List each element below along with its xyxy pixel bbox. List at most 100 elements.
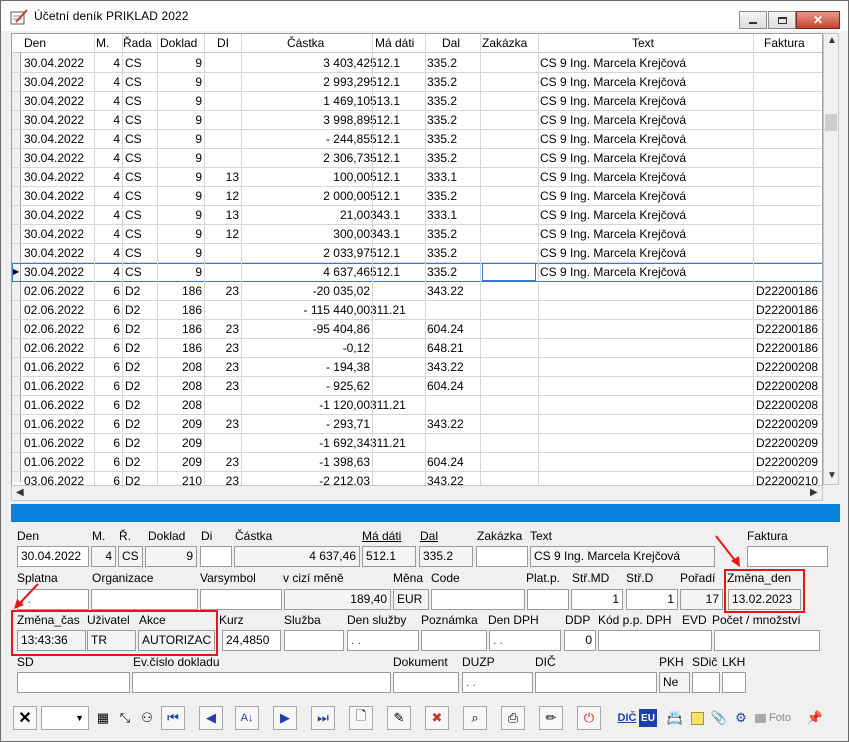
col-header-den[interactable]: Den: [24, 36, 46, 50]
cell-m[interactable]: 4: [96, 189, 120, 203]
cell-doklad[interactable]: 208: [160, 379, 202, 393]
table-row[interactable]: 02.06.2022 6 D2 186 23 -20 035,02 343.22 D22200…: [12, 282, 822, 301]
table-row[interactable]: ▶ 30.04.2022 4 CS 9 4 637,46 512.1 335.2 CS 9 In…: [12, 263, 822, 282]
cell-rada[interactable]: D2: [125, 379, 155, 393]
cell-den[interactable]: 30.04.2022: [24, 113, 94, 127]
cell-doklad[interactable]: 9: [160, 132, 202, 146]
cell-den[interactable]: 30.04.2022: [24, 75, 94, 89]
exit-button[interactable]: ⏻: [577, 706, 601, 730]
cell-doklad[interactable]: 186: [160, 284, 202, 298]
cell-text[interactable]: CS 9 Ing. Marcela Krejčová: [540, 56, 756, 70]
cell-di[interactable]: 23: [213, 341, 239, 355]
cell-doklad[interactable]: 9: [160, 94, 202, 108]
doklad-field[interactable]: 9: [145, 546, 197, 567]
cell-den[interactable]: 01.06.2022: [24, 417, 94, 431]
table-row[interactable]: 30.04.2022 4 CS 9 3 998,89 512.1 335.2 CS 9 Ing…: [12, 111, 822, 130]
cell-di[interactable]: 12: [213, 189, 239, 203]
table-row[interactable]: 01.06.2022 6 D2 208 23 - 194,38 343.22 D2220020…: [12, 358, 822, 377]
cell-madati[interactable]: 512.1: [370, 113, 424, 127]
cell-den[interactable]: 01.06.2022: [24, 398, 94, 412]
cell-dal[interactable]: 343.22: [427, 284, 481, 298]
cell-madati[interactable]: 512.1: [370, 189, 424, 203]
cell-dal[interactable]: 335.2: [427, 227, 481, 241]
cell-text[interactable]: CS 9 Ing. Marcela Krejčová: [540, 151, 756, 165]
cell-den[interactable]: 30.04.2022: [24, 132, 94, 146]
cell-rada[interactable]: CS: [125, 56, 155, 70]
cell-castka[interactable]: - 115 440,00: [244, 303, 371, 317]
cell-dal[interactable]: 604.24: [427, 322, 481, 336]
den-field[interactable]: 30.04.2022: [17, 546, 89, 567]
castka-field[interactable]: 4 637,46: [234, 546, 360, 567]
str-md-field[interactable]: 1: [571, 589, 623, 610]
cell-m[interactable]: 4: [96, 94, 120, 108]
cell-dal[interactable]: 335.2: [427, 246, 481, 260]
cell-castka[interactable]: - 194,38: [244, 360, 370, 374]
cell-di[interactable]: 23: [213, 360, 239, 374]
cell-castka[interactable]: -0,12: [244, 341, 370, 355]
cell-faktura[interactable]: D22200209: [756, 417, 822, 431]
cell-text[interactable]: CS 9 Ing. Marcela Krejčová: [540, 170, 756, 184]
di-field[interactable]: [200, 546, 232, 567]
cell-doklad[interactable]: 209: [160, 417, 202, 431]
cell-rada[interactable]: D2: [125, 284, 155, 298]
cell-m[interactable]: 4: [96, 113, 120, 127]
journal-grid[interactable]: Den M. Řada Doklad DI Částka Má dáti Dal…: [11, 33, 823, 501]
cell-den[interactable]: 30.04.2022: [24, 227, 94, 241]
cell-dal[interactable]: 343.22: [427, 360, 481, 374]
cell-rada[interactable]: D2: [125, 322, 155, 336]
cell-den[interactable]: 30.04.2022: [24, 94, 94, 108]
code-field[interactable]: [431, 589, 525, 610]
delete-record-button[interactable]: ✖: [425, 706, 449, 730]
cell-m[interactable]: 4: [96, 170, 120, 184]
cell-madati[interactable]: 311.21: [370, 436, 424, 450]
den-sluzby-field[interactable]: . .: [347, 630, 419, 651]
cell-m[interactable]: 6: [96, 379, 120, 393]
cell-dal[interactable]: 648.21: [427, 341, 481, 355]
cell-dal[interactable]: 335.2: [427, 75, 481, 89]
cell-madati[interactable]: 512.1: [370, 246, 424, 260]
cell-faktura[interactable]: D22200208: [756, 360, 822, 374]
cell-madati[interactable]: 512.1: [370, 75, 424, 89]
cell-den[interactable]: 01.06.2022: [24, 379, 94, 393]
cell-faktura[interactable]: D22200209: [756, 455, 822, 469]
cell-doklad[interactable]: 208: [160, 398, 202, 412]
cell-di[interactable]: 23: [213, 455, 239, 469]
col-header-rada[interactable]: Řada: [123, 36, 152, 50]
cell-dal[interactable]: 335.2: [427, 265, 481, 279]
cell-doklad[interactable]: 186: [160, 322, 202, 336]
sluzba-field[interactable]: [284, 630, 344, 651]
cell-doklad[interactable]: 9: [160, 208, 202, 222]
calculator-button[interactable]: ▦: [91, 706, 115, 730]
zakazka-field[interactable]: [476, 546, 528, 567]
cell-text[interactable]: CS 9 Ing. Marcela Krejčová: [540, 246, 756, 260]
cell-madati[interactable]: 512.1: [370, 132, 424, 146]
cell-madati[interactable]: 513.1: [370, 94, 424, 108]
grid-vertical-scrollbar[interactable]: ▲ ▼: [823, 33, 839, 485]
resize-button[interactable]: ⤡: [113, 706, 137, 730]
cell-madati[interactable]: 512.1: [370, 265, 424, 279]
minimize-button[interactable]: [739, 11, 767, 29]
scroll-right-icon[interactable]: ▶: [810, 487, 818, 498]
cell-text[interactable]: CS 9 Ing. Marcela Krejčová: [540, 132, 756, 146]
previous-record-button[interactable]: ◀: [199, 706, 223, 730]
text-field[interactable]: CS 9 Ing. Marcela Krejčová: [530, 546, 715, 567]
zakazka-cell-editor[interactable]: [482, 263, 536, 281]
cell-m[interactable]: 6: [96, 360, 120, 374]
cell-doklad[interactable]: 9: [160, 170, 202, 184]
cell-faktura[interactable]: D22200186: [756, 341, 822, 355]
cell-den[interactable]: 30.04.2022: [24, 56, 94, 70]
cell-m[interactable]: 6: [96, 455, 120, 469]
cell-faktura[interactable]: D22200186: [756, 303, 822, 317]
cell-den[interactable]: 02.06.2022: [24, 322, 94, 336]
table-row[interactable]: 30.04.2022 4 CS 9 12 2 000,00 512.1 335.2 CS 9 I…: [12, 187, 822, 206]
cell-di[interactable]: 23: [213, 417, 239, 431]
m-field[interactable]: 4: [91, 546, 116, 567]
maximize-button[interactable]: [768, 11, 796, 29]
cell-castka[interactable]: 3 998,89: [244, 113, 370, 127]
cell-dal[interactable]: 604.24: [427, 379, 481, 393]
cell-madati[interactable]: 343.1: [370, 227, 424, 241]
cell-dal[interactable]: 333.1: [427, 170, 481, 184]
cell-doklad[interactable]: 186: [160, 341, 202, 355]
cell-den[interactable]: 30.04.2022: [24, 265, 94, 279]
faktura-field[interactable]: [747, 546, 828, 567]
